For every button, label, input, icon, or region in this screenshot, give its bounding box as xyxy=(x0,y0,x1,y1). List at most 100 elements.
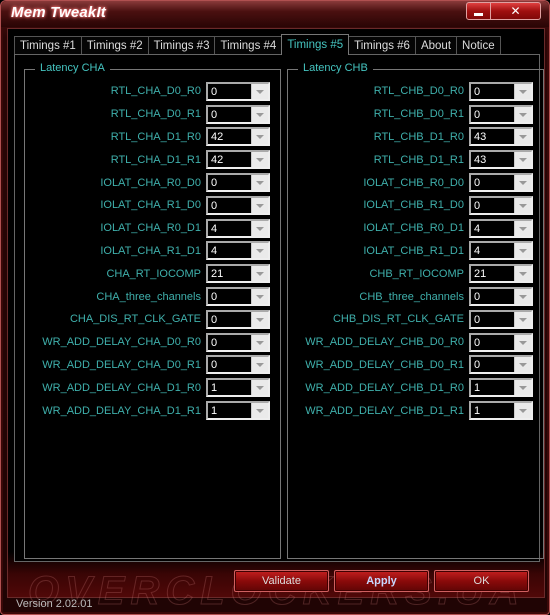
dropdown-arrow-icon[interactable] xyxy=(514,129,531,145)
setting-combobox[interactable]: 42 xyxy=(206,127,270,147)
setting-combobox[interactable]: 0 xyxy=(206,81,270,101)
combobox-value[interactable]: 1 xyxy=(474,380,480,396)
combobox-value[interactable]: 4 xyxy=(211,221,217,237)
close-button[interactable]: ✕ xyxy=(491,2,541,20)
setting-combobox[interactable]: 0 xyxy=(206,309,270,329)
setting-combobox[interactable]: 0 xyxy=(206,287,270,307)
dropdown-arrow-icon[interactable] xyxy=(514,175,531,191)
combobox-value[interactable]: 0 xyxy=(474,175,480,191)
setting-combobox[interactable]: 21 xyxy=(469,264,533,284)
setting-combobox[interactable]: 0 xyxy=(469,287,533,307)
combobox-value[interactable]: 0 xyxy=(474,357,480,373)
combobox-value[interactable]: 0 xyxy=(211,84,217,100)
setting-combobox[interactable]: 0 xyxy=(469,309,533,329)
dropdown-arrow-icon[interactable] xyxy=(514,83,531,99)
dropdown-arrow-icon[interactable] xyxy=(251,220,268,236)
setting-combobox[interactable]: 43 xyxy=(469,127,533,147)
combobox-value[interactable]: 0 xyxy=(474,335,480,351)
combobox-value[interactable]: 0 xyxy=(474,84,480,100)
setting-combobox[interactable]: 43 xyxy=(469,150,533,170)
dropdown-arrow-icon[interactable] xyxy=(514,380,531,396)
combobox-value[interactable]: 0 xyxy=(211,198,217,214)
setting-combobox[interactable]: 0 xyxy=(469,355,533,375)
tab-about[interactable]: About xyxy=(414,36,458,55)
dropdown-arrow-icon[interactable] xyxy=(251,357,268,373)
dropdown-arrow-icon[interactable] xyxy=(514,289,531,305)
dropdown-arrow-icon[interactable] xyxy=(514,197,531,213)
setting-combobox[interactable]: 0 xyxy=(206,173,270,193)
title-bar[interactable]: Mem TweakIt ✕ xyxy=(1,1,549,27)
dropdown-arrow-icon[interactable] xyxy=(251,289,268,305)
setting-combobox[interactable]: 0 xyxy=(206,355,270,375)
combobox-value[interactable]: 0 xyxy=(211,175,217,191)
combobox-value[interactable]: 0 xyxy=(474,198,480,214)
dropdown-arrow-icon[interactable] xyxy=(514,266,531,282)
dropdown-arrow-icon[interactable] xyxy=(514,334,531,350)
combobox-value[interactable]: 43 xyxy=(474,152,486,168)
dropdown-arrow-icon[interactable] xyxy=(251,311,268,327)
dropdown-arrow-icon[interactable] xyxy=(514,357,531,373)
dropdown-arrow-icon[interactable] xyxy=(251,197,268,213)
setting-combobox[interactable]: 4 xyxy=(469,218,533,238)
combobox-value[interactable]: 21 xyxy=(474,266,486,282)
combobox-value[interactable]: 1 xyxy=(474,403,480,419)
setting-combobox[interactable]: 0 xyxy=(206,332,270,352)
setting-combobox[interactable]: 1 xyxy=(206,378,270,398)
tab-timings-5[interactable]: Timings #5 xyxy=(281,34,350,55)
setting-combobox[interactable]: 0 xyxy=(206,104,270,124)
dropdown-arrow-icon[interactable] xyxy=(251,83,268,99)
setting-combobox[interactable]: 1 xyxy=(469,401,533,421)
dropdown-arrow-icon[interactable] xyxy=(251,175,268,191)
setting-combobox[interactable]: 1 xyxy=(206,401,270,421)
dropdown-arrow-icon[interactable] xyxy=(251,152,268,168)
apply-button[interactable]: Apply xyxy=(334,570,429,592)
setting-combobox[interactable]: 0 xyxy=(469,173,533,193)
combobox-value[interactable]: 21 xyxy=(211,266,223,282)
combobox-value[interactable]: 42 xyxy=(211,129,223,145)
combobox-value[interactable]: 0 xyxy=(211,335,217,351)
tab-timings-1[interactable]: Timings #1 xyxy=(14,36,82,55)
ok-button[interactable]: OK xyxy=(434,570,529,592)
setting-combobox[interactable]: 42 xyxy=(206,150,270,170)
combobox-value[interactable]: 42 xyxy=(211,152,223,168)
setting-combobox[interactable]: 4 xyxy=(206,241,270,261)
dropdown-arrow-icon[interactable] xyxy=(514,403,531,419)
combobox-value[interactable]: 0 xyxy=(474,107,480,123)
validate-button[interactable]: Validate xyxy=(234,570,329,592)
tab-notice[interactable]: Notice xyxy=(456,36,501,55)
combobox-value[interactable]: 1 xyxy=(211,380,217,396)
combobox-value[interactable]: 1 xyxy=(211,403,217,419)
setting-combobox[interactable]: 21 xyxy=(206,264,270,284)
setting-combobox[interactable]: 4 xyxy=(469,241,533,261)
setting-combobox[interactable]: 0 xyxy=(469,195,533,215)
combobox-value[interactable]: 0 xyxy=(211,312,217,328)
combobox-value[interactable]: 0 xyxy=(211,357,217,373)
tab-timings-4[interactable]: Timings #4 xyxy=(214,36,283,55)
dropdown-arrow-icon[interactable] xyxy=(251,380,268,396)
setting-combobox[interactable]: 0 xyxy=(469,104,533,124)
combobox-value[interactable]: 0 xyxy=(474,312,480,328)
dropdown-arrow-icon[interactable] xyxy=(514,311,531,327)
dropdown-arrow-icon[interactable] xyxy=(251,106,268,122)
combobox-value[interactable]: 4 xyxy=(474,221,480,237)
combobox-value[interactable]: 0 xyxy=(211,107,217,123)
combobox-value[interactable]: 43 xyxy=(474,129,486,145)
dropdown-arrow-icon[interactable] xyxy=(514,243,531,259)
dropdown-arrow-icon[interactable] xyxy=(251,243,268,259)
tab-timings-2[interactable]: Timings #2 xyxy=(80,36,149,55)
setting-combobox[interactable]: 0 xyxy=(469,332,533,352)
dropdown-arrow-icon[interactable] xyxy=(514,152,531,168)
dropdown-arrow-icon[interactable] xyxy=(514,106,531,122)
tab-timings-6[interactable]: Timings #6 xyxy=(348,36,416,55)
combobox-value[interactable]: 4 xyxy=(211,243,217,259)
dropdown-arrow-icon[interactable] xyxy=(251,334,268,350)
combobox-value[interactable]: 0 xyxy=(211,289,217,305)
setting-combobox[interactable]: 1 xyxy=(469,378,533,398)
tab-timings-3[interactable]: Timings #3 xyxy=(147,36,216,55)
minimize-button[interactable] xyxy=(466,2,491,20)
combobox-value[interactable]: 0 xyxy=(474,289,480,305)
setting-combobox[interactable]: 0 xyxy=(206,195,270,215)
dropdown-arrow-icon[interactable] xyxy=(514,220,531,236)
setting-combobox[interactable]: 4 xyxy=(206,218,270,238)
dropdown-arrow-icon[interactable] xyxy=(251,403,268,419)
